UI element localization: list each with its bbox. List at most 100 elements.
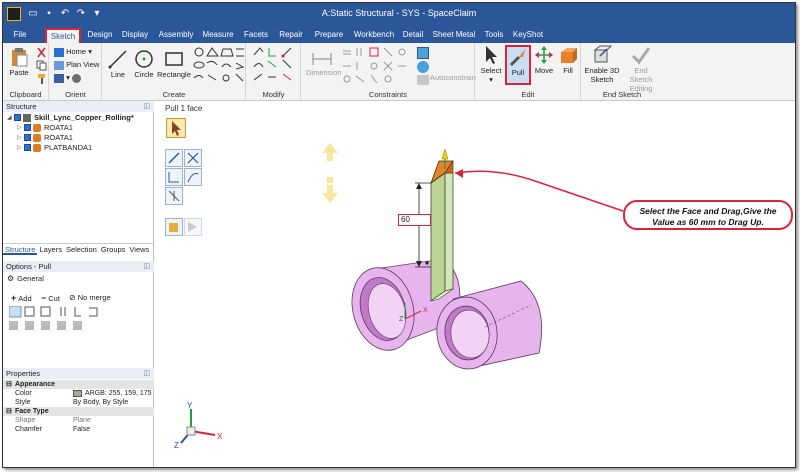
expand-icon[interactable]: ▷ [17, 144, 23, 151]
collapse-icon: ⊟ [6, 381, 12, 388]
cut-icon[interactable] [36, 47, 47, 58]
tab-assembly[interactable]: Assembly [156, 28, 196, 43]
dimension-value-input[interactable]: 60 [398, 214, 431, 226]
tab-tools[interactable]: Tools [481, 28, 507, 43]
tab-file[interactable]: File [9, 28, 31, 43]
component-icon [33, 143, 41, 152]
constraints-group: Dimension Autoconstrain Constraints [302, 43, 476, 101]
move-button[interactable]: Move [532, 45, 556, 75]
edit-group: Select ▾ Pull Move Fill Edit [476, 43, 581, 101]
sweep-tool-button[interactable] [184, 168, 202, 186]
axis-y-label: Y [187, 401, 193, 410]
pin-icon[interactable]: ◫ [143, 368, 150, 379]
tab-layers[interactable]: Layers [37, 244, 64, 255]
tab-prepare[interactable]: Prepare [311, 28, 347, 43]
tab-facets[interactable]: Facets [241, 28, 271, 43]
visibility-checkbox[interactable] [24, 144, 31, 151]
face-type-section[interactable]: ⊟ Face Type [3, 407, 154, 416]
property-row-style[interactable]: Style By Body, By Style [3, 398, 154, 407]
property-row-chamfer[interactable]: Chamfer False [3, 425, 154, 434]
modify-tools-grid[interactable] [253, 47, 297, 85]
direction-tool-button[interactable] [165, 149, 183, 167]
tab-sketch[interactable]: Sketch [45, 28, 81, 43]
enable-3d-sketch-button[interactable]: Enable 3D Sketch [584, 45, 620, 84]
tab-measure[interactable]: Measure [200, 28, 236, 43]
tab-display[interactable]: Display [119, 28, 151, 43]
select-button[interactable]: Select ▾ [478, 45, 504, 84]
modify-group: Modify [247, 43, 301, 101]
paste-button[interactable]: Paste [6, 47, 32, 77]
property-row-color[interactable]: Color ARGB: 255, 159, 175 [3, 389, 154, 398]
tab-repair[interactable]: Repair [276, 28, 306, 43]
design-icon [23, 113, 31, 122]
home-icon [54, 47, 64, 57]
show-constraints-icon[interactable] [417, 61, 429, 73]
tree-item[interactable]: ▷ ROATA1 [17, 123, 73, 132]
plan-view-button[interactable]: Plan View [54, 60, 100, 70]
add-option[interactable]: + Add [11, 293, 32, 303]
appearance-section[interactable]: ⊟ Appearance [3, 380, 154, 389]
options-tool-button[interactable] [165, 218, 183, 236]
copy-icon[interactable] [36, 60, 47, 71]
tab-keyshot[interactable]: KeyShot [512, 28, 544, 43]
autoconstrain-button[interactable]: Autoconstrain [430, 73, 476, 82]
tree-root[interactable]: ◢ Skill_Lync_Copper_Rolling* [7, 113, 134, 122]
pull-options-tools[interactable] [9, 306, 109, 334]
draft-tool-button[interactable] [165, 187, 183, 205]
cut-option[interactable]: − Cut [41, 293, 60, 303]
draft-icon [168, 190, 180, 202]
line-button[interactable]: Line [105, 49, 131, 79]
pin-icon[interactable]: ◫ [143, 261, 150, 272]
visibility-checkbox[interactable] [24, 134, 31, 141]
plan-view-icon [54, 60, 64, 70]
tab-workbench[interactable]: Workbench [352, 28, 396, 43]
tab-selection[interactable]: Selection [64, 244, 99, 255]
circle-button[interactable]: Circle [131, 49, 157, 79]
dimension-button[interactable]: Dimension [306, 51, 341, 77]
collapse-icon[interactable]: ◢ [7, 114, 13, 121]
visibility-checkbox[interactable] [24, 124, 31, 131]
select-tool-button[interactable] [166, 118, 186, 138]
tree-item[interactable]: ▷ PLATBANDA1 [17, 143, 92, 152]
rectangle-button[interactable]: Rectangle [157, 49, 191, 79]
format-painter-icon[interactable] [36, 73, 47, 84]
graphics-viewport[interactable]: Pull 1 face Z X 60 Select the Face and D… [155, 101, 795, 467]
create-group: Line Circle Rectangle Create [103, 43, 246, 101]
up-to-tool-button[interactable] [184, 149, 202, 167]
expand-icon[interactable]: ▷ [17, 134, 23, 141]
instruction-callout: Select the Face and Drag,Give the Value … [623, 200, 793, 230]
collapse-icon: ⊟ [6, 408, 12, 415]
tab-groups[interactable]: Groups [99, 244, 128, 255]
tab-views[interactable]: Views [127, 244, 151, 255]
property-row-shape[interactable]: Shape Plane [3, 416, 154, 425]
tab-sheet-metal[interactable]: Sheet Metal [431, 28, 477, 43]
svg-text:X: X [423, 307, 428, 314]
visibility-checkbox[interactable] [14, 114, 21, 121]
direction-icon [168, 152, 180, 164]
orient-group: Home ▾ Plan View ▾ Orient [50, 43, 102, 101]
complete-tool-button[interactable] [184, 218, 202, 236]
create-tools-grid[interactable] [193, 47, 245, 85]
constraint-tools-grid[interactable] [342, 47, 412, 85]
general-section[interactable]: ⚙ General [7, 274, 44, 283]
tab-detail[interactable]: Detail [400, 28, 426, 43]
end-sketch-editing-button[interactable]: End Sketch Editing [622, 45, 660, 93]
no-merge-option[interactable]: ⊘ No merge [69, 293, 111, 302]
pull-button[interactable]: Pull [505, 45, 531, 85]
pin-icon[interactable]: ◫ [143, 101, 150, 112]
tab-structure[interactable]: Structure [3, 244, 38, 255]
title-bar: ▭ ▪ ↶ ↷ ▾ A:Static Structural - SYS - Sp… [3, 3, 795, 25]
tab-design[interactable]: Design [85, 28, 115, 43]
arrow-right-icon [188, 222, 197, 232]
tree-item[interactable]: ▷ ROATA1 [17, 133, 73, 142]
fill-button[interactable]: Fill [556, 45, 580, 75]
pivot-tool-button[interactable] [165, 168, 183, 186]
constraint-toggle-icon[interactable] [417, 47, 429, 59]
svg-text:Z: Z [399, 316, 404, 323]
home-button[interactable]: Home ▾ [54, 47, 100, 57]
expand-icon[interactable]: ▷ [17, 124, 23, 131]
view-cube-button[interactable]: ▾ [54, 73, 100, 83]
axis-z-label: Z [174, 441, 179, 450]
constraint-option-icon[interactable] [417, 75, 429, 85]
properties-header: Properties ◫ [3, 368, 154, 379]
